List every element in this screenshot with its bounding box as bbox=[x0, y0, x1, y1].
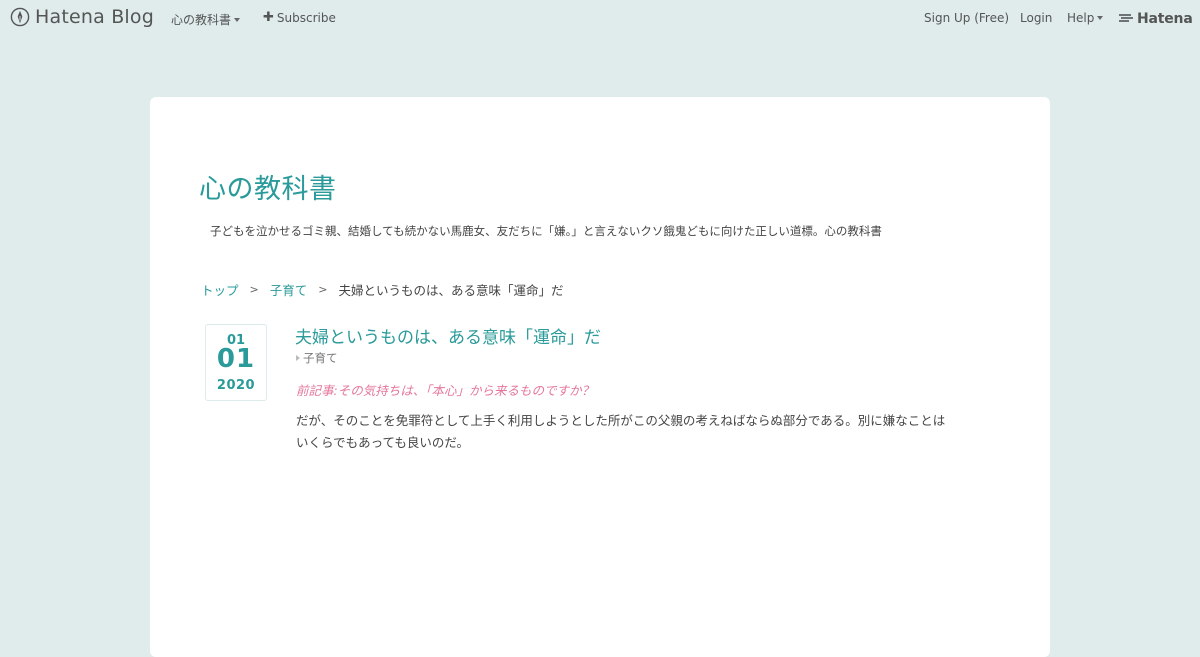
global-header: Hatena Blog 心の教科書 ✚ Subscribe Sign Up (F… bbox=[0, 0, 1200, 36]
plus-icon: ✚ bbox=[263, 10, 274, 25]
caret-down-icon bbox=[234, 17, 241, 22]
caret-down-icon bbox=[1097, 16, 1104, 20]
entry-date-year: 2020 bbox=[216, 378, 256, 393]
blog-menu-label: 心の教科書 bbox=[171, 13, 232, 27]
breadcrumb-top-link[interactable]: トップ bbox=[201, 280, 239, 299]
entry-body-text: だが、そのことを免罪符として上手く利用しようとした所がこの父親の考えねばならぬ部… bbox=[296, 413, 946, 450]
login-label: Login bbox=[1020, 11, 1053, 25]
blog-main-card: 心の教科書 子どもを泣かせるゴミ親、結婚しても続かない馬鹿女、友だちに「嫌。」と… bbox=[150, 97, 1050, 657]
hatena-logo[interactable]: Hatena bbox=[1118, 9, 1193, 28]
hatena-logo-text: Hatena bbox=[1137, 10, 1193, 27]
entry-date-box[interactable]: 01 01 2020 bbox=[205, 324, 267, 401]
breadcrumb-current: 夫婦というものは、ある意味「運命」だ bbox=[338, 283, 564, 298]
blog-description: 子どもを泣かせるゴミ親、結婚しても続かない馬鹿女、友だちに「嫌。」と言えないクソ… bbox=[210, 224, 882, 238]
signup-label: Sign Up (Free) bbox=[924, 11, 1010, 25]
help-dropdown[interactable]: Help bbox=[1067, 11, 1104, 25]
breadcrumb-separator: > bbox=[318, 283, 328, 296]
entry-date-day: 01 bbox=[216, 344, 256, 374]
blog-title[interactable]: 心の教科書 bbox=[199, 167, 337, 206]
help-label: Help bbox=[1067, 11, 1095, 25]
hatena-wing-icon bbox=[1118, 9, 1134, 28]
hatena-blog-pen-icon bbox=[10, 7, 30, 27]
signup-link[interactable]: Sign Up (Free) bbox=[924, 11, 1009, 25]
subscribe-label: Subscribe bbox=[276, 10, 336, 25]
brand-text: Hatena Blog bbox=[35, 6, 154, 28]
previous-article-link[interactable]: 前記事:その気持ちは、「本心」から来るものですか？ bbox=[296, 380, 594, 399]
entry-title-link[interactable]: 夫婦というものは、ある意味「運命」だ bbox=[295, 323, 601, 348]
login-link[interactable]: Login bbox=[1020, 11, 1052, 25]
triangle-right-icon bbox=[296, 355, 300, 361]
hatena-blog-logo[interactable]: Hatena Blog bbox=[10, 6, 154, 28]
entry-category-label: 子育て bbox=[303, 351, 338, 365]
breadcrumb: トップ > 子育て > 夫婦というものは、ある意味「運命」だ bbox=[201, 280, 563, 299]
entry-category-link[interactable]: 子育て bbox=[296, 350, 338, 366]
breadcrumb-category-link[interactable]: 子育て bbox=[270, 280, 308, 299]
subscribe-button[interactable]: ✚ Subscribe bbox=[263, 10, 336, 25]
blog-menu-dropdown[interactable]: 心の教科書 bbox=[171, 11, 241, 28]
breadcrumb-separator: > bbox=[249, 283, 259, 296]
